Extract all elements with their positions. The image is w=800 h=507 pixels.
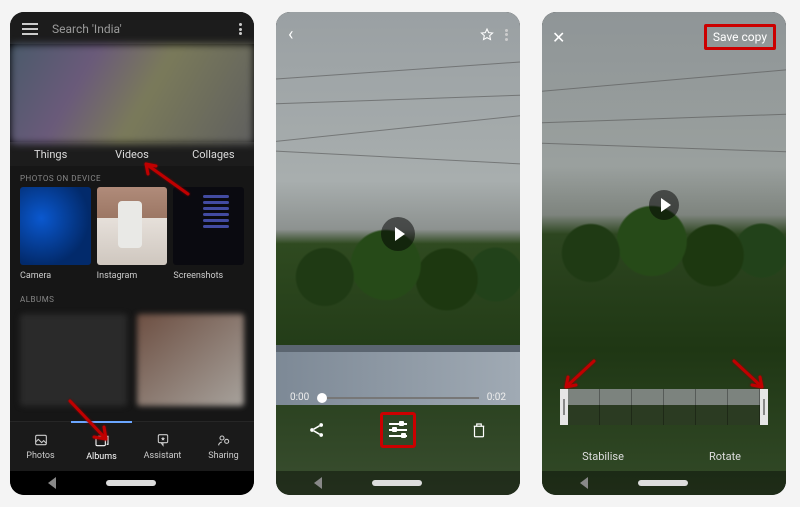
assistant-icon	[155, 432, 171, 448]
folder-label: Camera	[20, 265, 91, 283]
time-current: 0:00	[290, 392, 309, 403]
time-total: 0:02	[487, 392, 506, 403]
overflow-menu-icon[interactable]	[505, 29, 508, 41]
home-button[interactable]	[372, 480, 422, 486]
player-top-bar: ‹	[276, 18, 520, 51]
folder-label: Instagram	[97, 265, 168, 283]
play-icon	[395, 227, 405, 241]
back-icon[interactable]: ‹	[288, 24, 293, 45]
edit-options: Stabilise Rotate	[542, 450, 786, 463]
back-button[interactable]	[580, 477, 588, 489]
photo-icon	[33, 432, 49, 448]
home-button[interactable]	[638, 480, 688, 486]
device-folders-row: Camera Instagram Screenshots	[10, 187, 254, 287]
trim-timeline[interactable]	[560, 389, 768, 425]
screen-albums: Search 'India' Things Videos Collages PH…	[10, 12, 254, 495]
option-rotate[interactable]: Rotate	[664, 450, 786, 463]
share-button[interactable]	[299, 412, 335, 448]
category-collages[interactable]: Collages	[173, 148, 254, 161]
trim-handle-right[interactable]	[760, 389, 768, 425]
albums-icon	[94, 433, 110, 449]
play-icon	[661, 198, 671, 212]
menu-icon[interactable]	[22, 23, 38, 35]
delete-button[interactable]	[461, 412, 497, 448]
edit-button[interactable]	[380, 412, 416, 448]
back-button[interactable]	[314, 477, 322, 489]
album-thumb[interactable]	[137, 314, 244, 406]
search-input[interactable]: Search 'India'	[52, 22, 225, 36]
overflow-menu-icon[interactable]	[239, 23, 242, 35]
folder-thumb	[97, 187, 168, 265]
android-nav-bar	[276, 471, 520, 495]
nav-photos[interactable]: Photos	[10, 422, 71, 471]
player-actions	[276, 407, 520, 453]
android-nav-bar	[10, 471, 254, 495]
home-button[interactable]	[106, 480, 156, 486]
recents-button[interactable]	[472, 478, 482, 488]
trash-icon	[470, 420, 488, 440]
timeline-frames	[568, 389, 760, 425]
folder-instagram[interactable]: Instagram	[97, 187, 168, 283]
nav-sharing[interactable]: Sharing	[193, 422, 254, 471]
nav-assistant[interactable]: Assistant	[132, 422, 193, 471]
album-thumb[interactable]	[20, 314, 127, 406]
share-icon	[307, 420, 327, 440]
folder-label: Screenshots	[173, 265, 244, 283]
close-icon[interactable]: ✕	[552, 28, 565, 47]
save-copy-button[interactable]: Save copy	[704, 24, 776, 50]
nav-albums[interactable]: Albums	[71, 421, 132, 471]
bottom-nav: Photos Albums Assistant Sharing	[10, 421, 254, 471]
progress-bar-row: 0:00 0:02	[290, 392, 506, 403]
favorite-icon[interactable]	[479, 27, 495, 43]
category-labels: Things Videos Collages	[10, 142, 254, 166]
option-stabilise[interactable]: Stabilise	[542, 450, 664, 463]
folder-thumb	[20, 187, 91, 265]
folder-camera[interactable]: Camera	[20, 187, 91, 283]
trim-handle-left[interactable]	[560, 389, 568, 425]
category-things[interactable]: Things	[10, 148, 91, 161]
screen-video-player: ‹ 0:00 0:02	[276, 12, 520, 495]
section-label-device: PHOTOS ON DEVICE	[10, 166, 254, 187]
albums-row	[10, 308, 254, 412]
editor-top-bar: ✕ Save copy	[542, 18, 786, 56]
play-button[interactable]	[381, 217, 415, 251]
tune-icon	[389, 423, 407, 437]
app-bar: Search 'India'	[10, 12, 254, 44]
sharing-icon	[216, 432, 232, 448]
screen-video-editor: ✕ Save copy Stabilise Rotate	[542, 12, 786, 495]
recents-button[interactable]	[738, 478, 748, 488]
back-button[interactable]	[48, 477, 56, 489]
folder-thumb	[173, 187, 244, 265]
category-videos[interactable]: Videos	[91, 148, 172, 161]
recents-button[interactable]	[206, 478, 216, 488]
seek-bar[interactable]	[317, 397, 478, 399]
folder-screenshots[interactable]: Screenshots	[173, 187, 244, 283]
play-button[interactable]	[649, 190, 679, 220]
android-nav-bar	[542, 471, 786, 495]
section-label-albums: ALBUMS	[10, 287, 254, 308]
category-thumbnails-row	[10, 44, 254, 144]
